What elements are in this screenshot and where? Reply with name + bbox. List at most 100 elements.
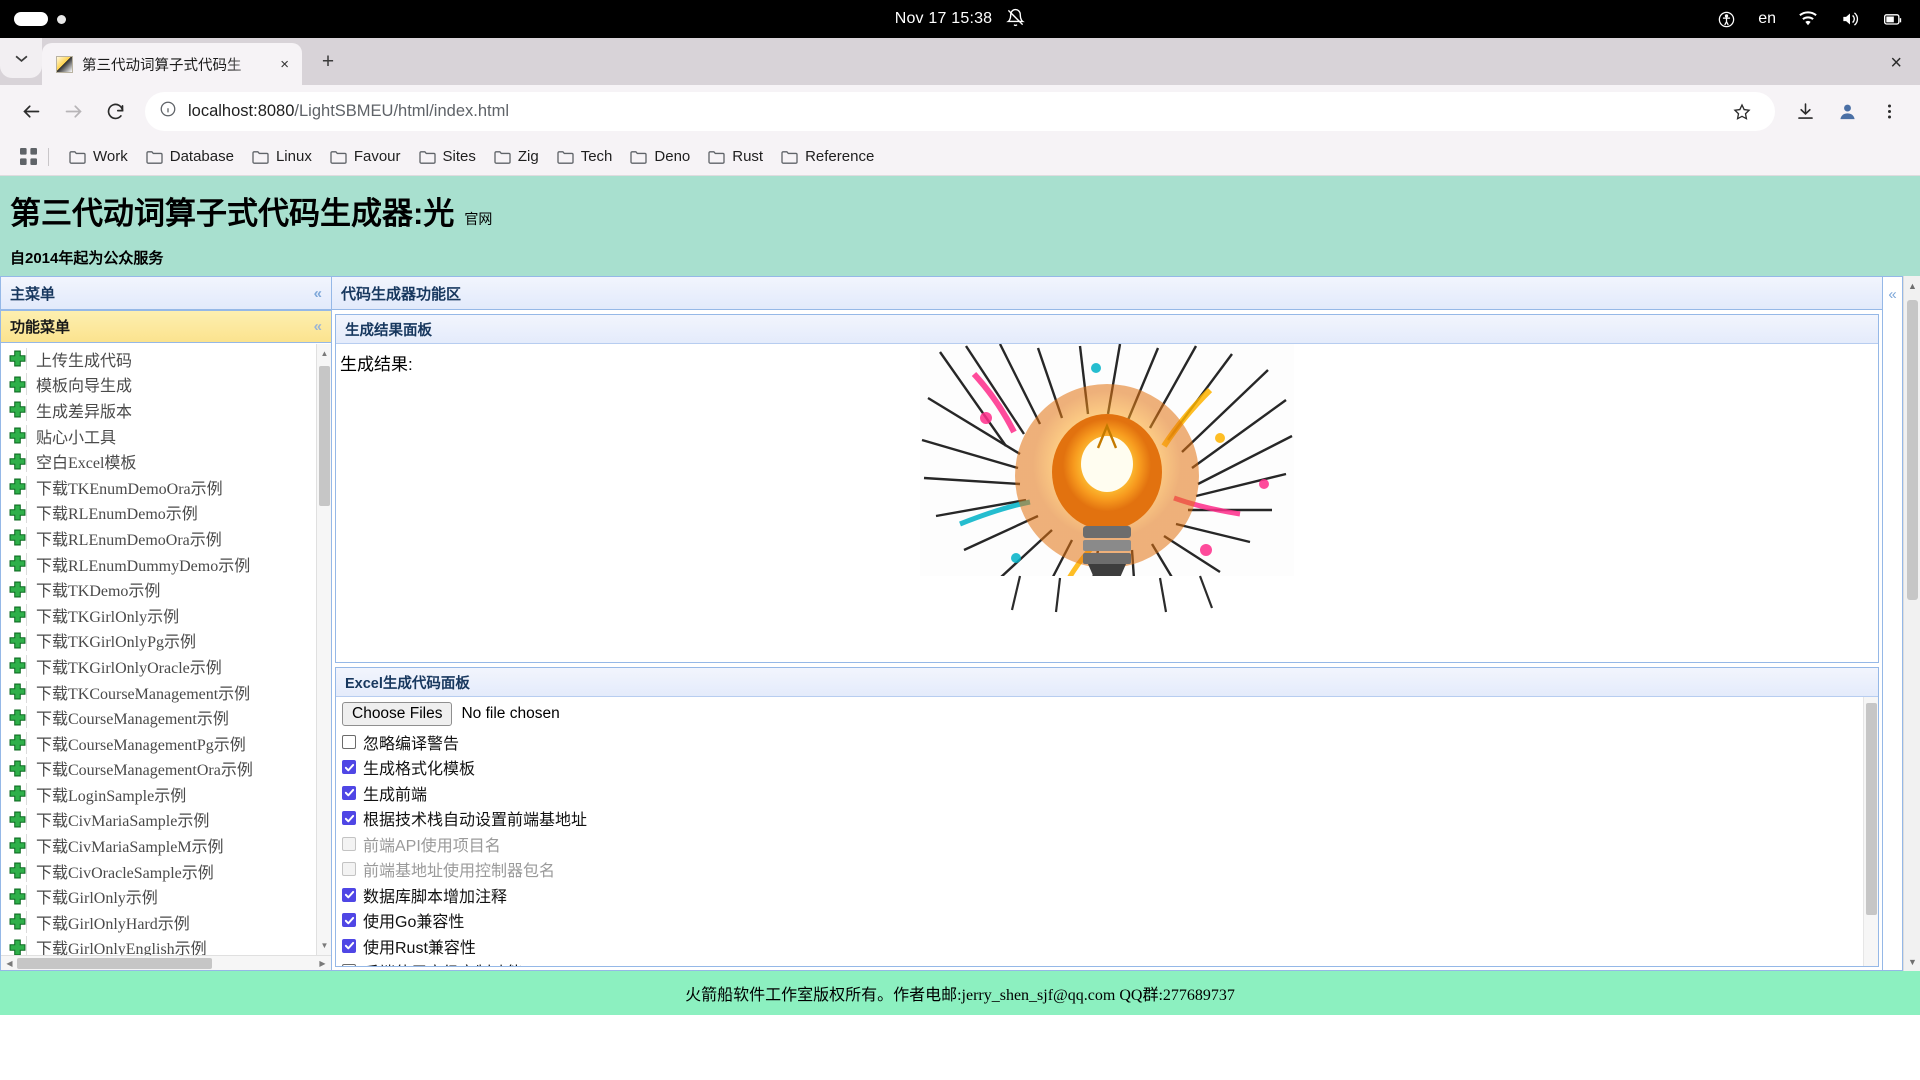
plus-circle-icon — [9, 760, 26, 777]
folder-icon — [252, 149, 269, 164]
checkbox-use-go-compatibility[interactable] — [342, 913, 356, 927]
bookmark-favour[interactable]: Favour — [321, 143, 410, 170]
checkbox-auto-set-frontend-base-url[interactable] — [342, 811, 356, 825]
page-vertical-scrollbar[interactable]: ▲ ▼ — [1903, 276, 1920, 971]
sidebar-item[interactable]: 下载TKGirlOnly示例 — [1, 602, 331, 628]
option-row[interactable]: 生成前端 — [342, 780, 1878, 806]
option-row[interactable]: 忽略编译警告 — [342, 729, 1878, 755]
checkbox-db-script-add-comments[interactable] — [342, 888, 356, 902]
bookmark-zig[interactable]: Zig — [485, 143, 548, 170]
bookmark-linux[interactable]: Linux — [243, 143, 321, 170]
chevron-double-up-icon[interactable]: « — [314, 318, 322, 335]
page-scroll-down-arrow-icon[interactable]: ▼ — [1904, 953, 1920, 970]
page-scroll-up-arrow-icon[interactable]: ▲ — [1904, 277, 1920, 294]
scroll-right-arrow-icon[interactable]: ▶ — [315, 956, 330, 971]
option-row[interactable]: 生成格式化模板 — [342, 755, 1878, 781]
battery-icon[interactable] — [1882, 9, 1904, 29]
bookmark-star-icon[interactable] — [1723, 93, 1761, 131]
forward-button[interactable] — [54, 93, 92, 131]
sidebar-horizontal-scrollbar[interactable]: ◀ ▶ — [1, 955, 331, 970]
sidebar-item[interactable]: 下载CivMariaSampleM示例 — [1, 832, 331, 858]
excel-panel-scrollbar[interactable] — [1863, 697, 1878, 966]
site-info-icon[interactable] — [159, 100, 177, 123]
wifi-icon[interactable] — [1798, 9, 1818, 29]
checkbox-generate-formatted-template[interactable] — [342, 760, 356, 774]
option-label: 忽略编译警告 — [363, 730, 459, 754]
sidebar-item[interactable]: 下载GirlOnlyHard示例 — [1, 909, 331, 935]
sidebar-item[interactable]: 下载RLEnumDemoOra示例 — [1, 525, 331, 551]
sidebar-item[interactable]: 贴心小工具 — [1, 423, 331, 449]
bookmark-rust[interactable]: Rust — [699, 143, 772, 170]
chevron-double-left-icon[interactable]: « — [1888, 286, 1896, 303]
bookmark-sites[interactable]: Sites — [410, 143, 485, 170]
choose-files-button[interactable]: Choose Files — [342, 702, 452, 726]
browser-menu-icon[interactable] — [1870, 93, 1908, 131]
sidebar-item[interactable]: 模板向导生成 — [1, 372, 331, 398]
sidebar-item[interactable]: 空白Excel模板 — [1, 448, 331, 474]
address-bar-url: localhost:8080/LightSBMEU/html/index.htm… — [188, 102, 509, 121]
sidebar-item[interactable]: 下载TKGirlOnlyOracle示例 — [1, 653, 331, 679]
page-title-superscript: 官网 — [464, 209, 492, 229]
sidebar-item[interactable]: 生成差异版本 — [1, 397, 331, 423]
option-row[interactable]: 使用Rust兼容性 — [342, 933, 1878, 959]
window-close-button[interactable]: × — [1890, 52, 1902, 75]
scroll-down-arrow-icon[interactable]: ▼ — [317, 938, 331, 953]
excel-scroll-thumb[interactable] — [1866, 703, 1877, 915]
accessibility-icon[interactable] — [1717, 10, 1736, 29]
option-row[interactable]: 根据技术栈自动设置前端基地址 — [342, 806, 1878, 832]
page-scroll-thumb[interactable] — [1907, 300, 1918, 600]
sidebar-item[interactable]: 下载CourseManagementOra示例 — [1, 756, 331, 782]
sidebar-item[interactable]: 下载LoginSample示例 — [1, 781, 331, 807]
sidebar-item[interactable]: 下载TKDemo示例 — [1, 576, 331, 602]
bookmark-work[interactable]: Work — [60, 143, 137, 170]
sidebar-main-menu-header[interactable]: 主菜单 « — [1, 277, 331, 310]
sidebar-item[interactable]: 下载TKCourseManagement示例 — [1, 679, 331, 705]
bookmark-reference[interactable]: Reference — [772, 143, 883, 170]
sidebar-vertical-scrollbar[interactable]: ▲ ▼ — [316, 344, 331, 955]
scroll-up-arrow-icon[interactable]: ▲ — [317, 346, 331, 361]
sidebar-item[interactable]: 上传生成代码 — [1, 346, 331, 372]
sidebar-item[interactable]: 下载TKGirlOnlyPg示例 — [1, 628, 331, 654]
bookmark-database[interactable]: Database — [137, 143, 243, 170]
option-row[interactable]: 后端使用高级定制功能 — [342, 959, 1878, 967]
sidebar-item-label: 贴心小工具 — [36, 424, 116, 448]
profile-avatar-icon[interactable] — [1828, 93, 1866, 131]
sidebar-item[interactable]: 下载RLEnumDemo示例 — [1, 500, 331, 526]
checkbox-ignore-compile-warnings[interactable] — [342, 735, 356, 749]
scroll-left-arrow-icon[interactable]: ◀ — [2, 956, 17, 971]
sidebar-item[interactable]: 下载CourseManagementPg示例 — [1, 730, 331, 756]
reload-button[interactable] — [96, 93, 134, 131]
tab-search-chevron-down-icon[interactable] — [0, 38, 42, 78]
checkbox-generate-frontend[interactable] — [342, 786, 356, 800]
sidebar-function-menu-header[interactable]: 功能菜单 « — [1, 310, 331, 343]
sidebar-item[interactable]: 下载CourseManagement示例 — [1, 704, 331, 730]
checkbox-backend-advanced-customization[interactable] — [342, 964, 356, 966]
bookmark-tech[interactable]: Tech — [548, 143, 622, 170]
tab-close-icon[interactable]: × — [277, 56, 292, 73]
sidebar-item[interactable]: 下载GirlOnlyEnglish示例 — [1, 935, 331, 955]
back-button[interactable] — [12, 93, 50, 131]
plus-circle-icon — [9, 709, 26, 726]
sidebar-item[interactable]: 下载CivMariaSample示例 — [1, 807, 331, 833]
checkbox-use-rust-compatibility[interactable] — [342, 939, 356, 953]
bookmark-deno[interactable]: Deno — [621, 143, 699, 170]
no-file-chosen-label: No file chosen — [461, 705, 559, 723]
volume-icon[interactable] — [1840, 9, 1860, 29]
os-language-label[interactable]: en — [1758, 10, 1776, 28]
address-bar[interactable]: localhost:8080/LightSBMEU/html/index.htm… — [145, 92, 1775, 131]
sidebar-item[interactable]: 下载CivOracleSample示例 — [1, 858, 331, 884]
right-collapse-rail[interactable]: « — [1883, 276, 1903, 971]
sidebar-item[interactable]: 下载RLEnumDummyDemo示例 — [1, 551, 331, 577]
sidebar-scroll-thumb[interactable] — [319, 366, 330, 506]
sidebar-item[interactable]: 下载GirlOnly示例 — [1, 883, 331, 909]
os-status-icons[interactable]: en — [1717, 9, 1920, 29]
downloads-icon[interactable] — [1786, 93, 1824, 131]
sidebar-hscroll-thumb[interactable] — [17, 958, 212, 969]
chevron-double-left-icon[interactable]: « — [314, 285, 322, 302]
sidebar-item[interactable]: 下载TKEnumDemoOra示例 — [1, 474, 331, 500]
browser-tab[interactable]: 第三代动词算子式代码生 × — [42, 43, 302, 85]
option-row[interactable]: 使用Go兼容性 — [342, 908, 1878, 934]
apps-grid-icon[interactable] — [16, 148, 40, 165]
option-row[interactable]: 数据库脚本增加注释 — [342, 882, 1878, 908]
new-tab-button[interactable]: + — [311, 45, 345, 79]
